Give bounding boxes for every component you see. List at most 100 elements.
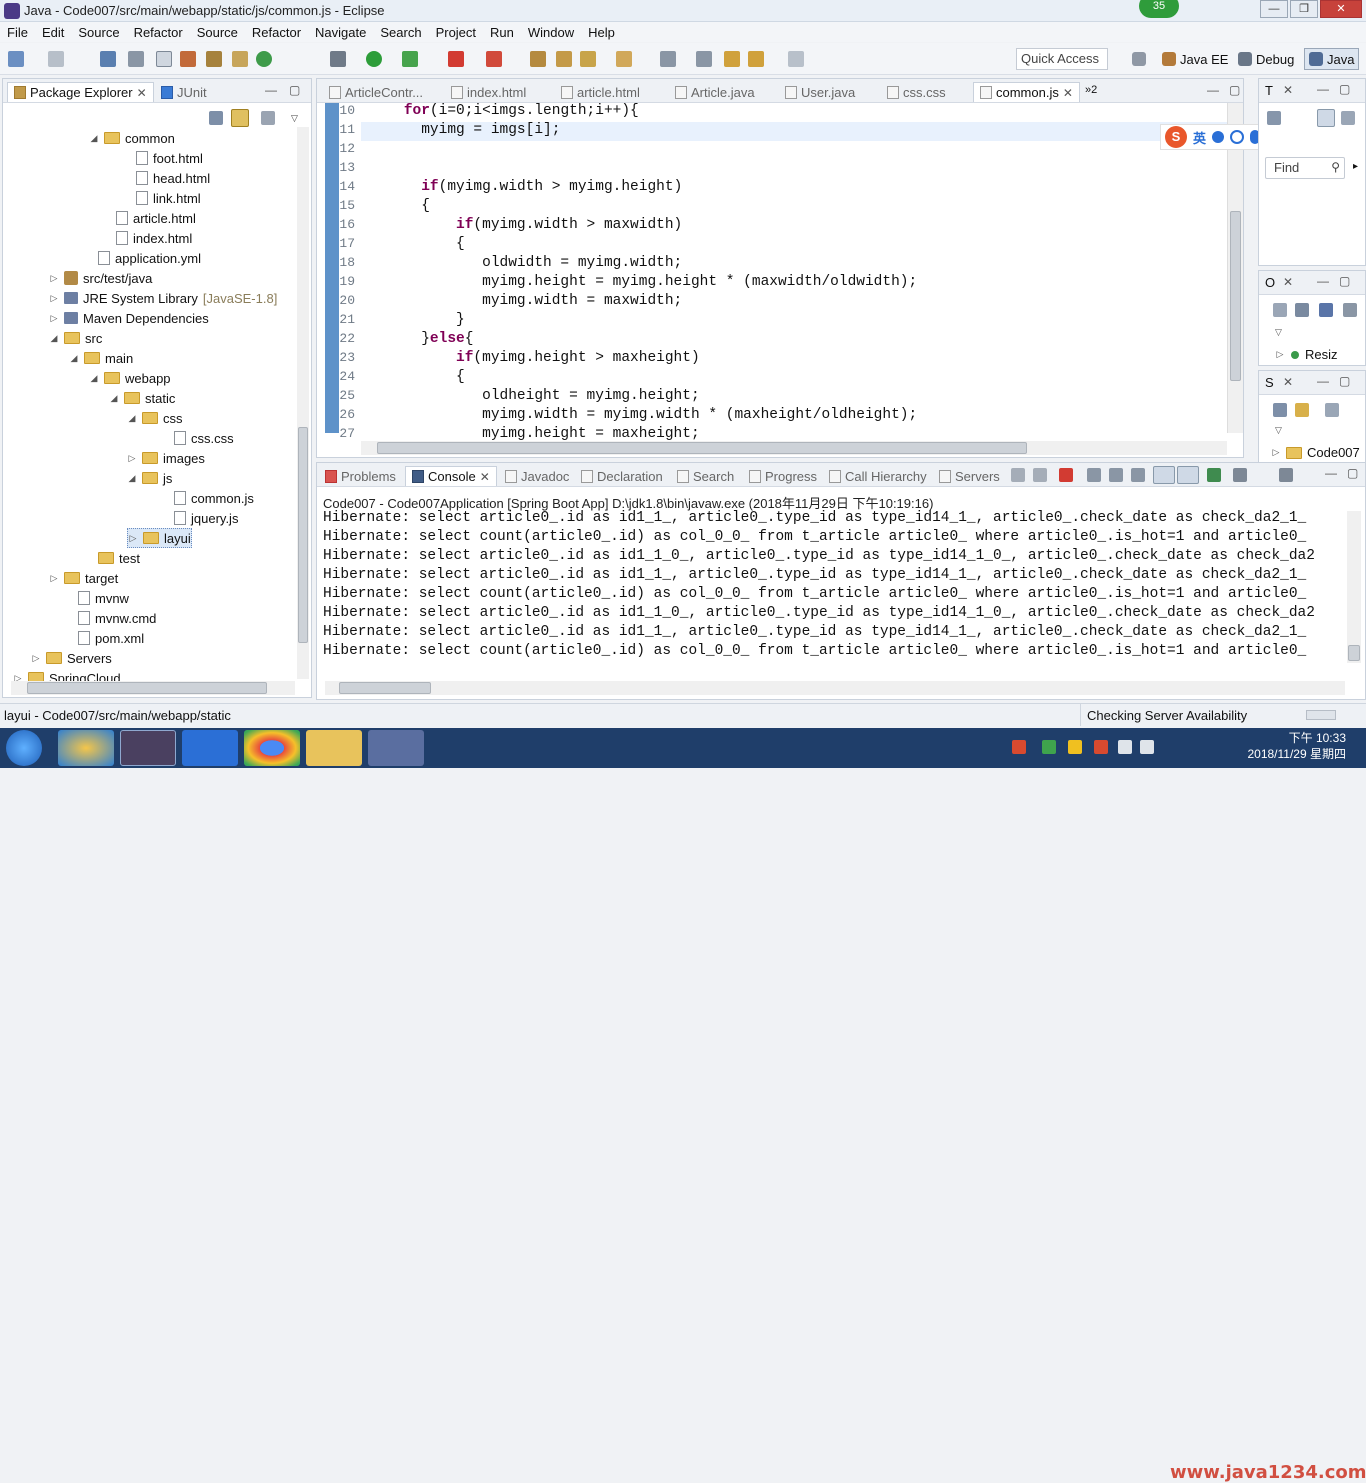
tree-item[interactable]: mvnw xyxy=(63,588,129,608)
editor-tab-user-java[interactable]: User.java xyxy=(785,82,855,102)
tab-junit[interactable]: JUnit xyxy=(161,82,207,102)
menu-refactor-2[interactable]: Refactor xyxy=(245,25,308,40)
tree-item[interactable]: ◢ js xyxy=(127,468,173,488)
tree-item[interactable]: test xyxy=(83,548,140,568)
tray-security-icon[interactable] xyxy=(1042,740,1056,754)
taskbar-app-word[interactable] xyxy=(182,730,238,766)
maximize-view-icon[interactable]: ▢ xyxy=(289,83,300,97)
categorized-icon[interactable] xyxy=(1317,109,1335,127)
maximize-view-icon[interactable]: ▢ xyxy=(1339,274,1350,288)
code-line[interactable]: if(myimg.width > maxwidth) xyxy=(369,217,682,233)
code-line[interactable]: myimg.height = myimg.height * (maxwidth/… xyxy=(369,274,917,290)
tree-item[interactable]: ▷ images xyxy=(127,448,205,468)
forward-icon[interactable] xyxy=(788,51,804,67)
tree-item[interactable]: ◢ static xyxy=(109,388,176,408)
taskbar-app-eclipse[interactable] xyxy=(120,730,176,766)
menu-run[interactable]: Run xyxy=(483,25,521,40)
code-line[interactable]: myimg.width = maxwidth; xyxy=(369,293,682,309)
servers-tree-item[interactable]: ▷ Code007 xyxy=(1271,445,1360,460)
code-line[interactable]: myimg.width = myimg.width * (maxheight/o… xyxy=(369,407,917,423)
code-line[interactable]: }else{ xyxy=(369,331,473,347)
run-icon[interactable] xyxy=(366,51,382,67)
next-annotation-icon[interactable] xyxy=(660,51,676,67)
server-icon[interactable] xyxy=(232,51,248,67)
collapse-all-icon[interactable] xyxy=(1273,403,1287,417)
minimize-view-icon[interactable]: — xyxy=(1207,83,1219,97)
terminate-icon[interactable] xyxy=(1059,468,1073,482)
tree-item[interactable]: ◢ webapp xyxy=(89,368,171,388)
tree-item[interactable]: ◢ main xyxy=(69,348,134,368)
editor-tab-css[interactable]: css.css xyxy=(887,82,946,102)
code-area[interactable]: 10 for(i=0;i<imgs.length;i++){11 myimg =… xyxy=(317,103,1227,442)
tree-item[interactable]: ◢ common xyxy=(89,128,175,148)
expand-arrow-icon[interactable]: ◢ xyxy=(109,393,119,404)
maximize-view-icon[interactable]: ▢ xyxy=(1229,83,1240,97)
tree-item[interactable]: css.css xyxy=(159,428,234,448)
expand-arrow-icon[interactable]: ◢ xyxy=(127,473,137,484)
close-icon[interactable]: ✕ xyxy=(1063,86,1073,100)
toggle-mark-icon[interactable] xyxy=(156,51,172,67)
skip-breakpoints-icon[interactable] xyxy=(128,51,144,67)
expand-arrow-icon[interactable]: ▷ xyxy=(1275,349,1285,360)
console-icon[interactable] xyxy=(100,51,116,67)
open-folder-icon[interactable] xyxy=(556,51,572,67)
expand-arrow-icon[interactable]: ▷ xyxy=(128,533,138,544)
expand-arrow-icon[interactable]: ▷ xyxy=(49,273,59,284)
expand-arrow-icon[interactable]: ◢ xyxy=(69,353,79,364)
perspective-javaee[interactable]: Java EE xyxy=(1158,48,1232,70)
last-edit-icon[interactable] xyxy=(724,51,740,67)
tree-vertical-scrollbar[interactable] xyxy=(297,127,309,679)
close-icon[interactable]: ✕ xyxy=(1283,83,1293,97)
chevron-right-icon[interactable]: ▸ xyxy=(1353,161,1358,172)
tree-scroll-thumb[interactable] xyxy=(298,427,308,643)
menu-source-2[interactable]: Source xyxy=(190,25,245,40)
tree-item[interactable]: ▷ JRE System Library [JavaSE-1.8] xyxy=(49,288,278,308)
open-console-icon[interactable] xyxy=(1279,468,1293,482)
editor-scroll-thumb[interactable] xyxy=(1230,211,1241,381)
close-icon[interactable]: ✕ xyxy=(480,470,490,484)
console-output[interactable]: Hibernate: select article0_.id as id1_1_… xyxy=(317,509,1365,679)
menu-refactor[interactable]: Refactor xyxy=(127,25,190,40)
tab-console[interactable]: Console ✕ xyxy=(405,466,497,486)
menu-project[interactable]: Project xyxy=(429,25,483,40)
expand-arrow-icon[interactable]: ▷ xyxy=(49,573,59,584)
tab-servers[interactable]: Servers xyxy=(939,466,1000,486)
menu-window[interactable]: Window xyxy=(521,25,581,40)
console-line[interactable]: Hibernate: select count(article0_.id) as… xyxy=(323,585,1306,604)
code-line[interactable]: if(myimg.height > maxheight) xyxy=(369,350,700,366)
close-icon[interactable]: ✕ xyxy=(1283,275,1293,289)
back-icon[interactable] xyxy=(748,51,764,67)
remove-launch-icon[interactable] xyxy=(1011,468,1025,482)
close-icon[interactable]: ✕ xyxy=(137,86,147,100)
editor-tab-article-html[interactable]: article.html xyxy=(561,82,640,102)
tab-call-hierarchy[interactable]: Call Hierarchy xyxy=(829,466,927,486)
minimize-view-icon[interactable]: — xyxy=(1317,374,1329,388)
console-vertical-scrollbar[interactable] xyxy=(1347,511,1361,663)
expand-arrow-icon[interactable]: ◢ xyxy=(49,333,59,344)
maximize-view-icon[interactable]: ▢ xyxy=(1347,466,1358,480)
tree-item[interactable]: ▷ layui xyxy=(127,528,192,548)
expand-arrow-icon[interactable]: ▷ xyxy=(31,653,41,664)
tree-item[interactable]: ▷ Maven Dependencies xyxy=(49,308,209,328)
code-line[interactable]: oldwidth = myimg.width; xyxy=(369,255,682,271)
remove-all-terminated-icon[interactable] xyxy=(1033,468,1047,482)
web-browser-icon[interactable] xyxy=(180,51,196,67)
console-line[interactable]: Hibernate: select article0_.id as id1_1_… xyxy=(323,566,1306,585)
taskbar-app-chrome[interactable] xyxy=(244,730,300,766)
taskbar-app-mysql[interactable] xyxy=(368,730,424,766)
quick-access-input[interactable]: Quick Access xyxy=(1016,48,1108,70)
maximize-view-icon[interactable]: ▢ xyxy=(1339,82,1350,96)
expand-arrow-icon[interactable]: ▷ xyxy=(127,453,137,464)
tab-overflow-button[interactable]: »2 xyxy=(1085,84,1097,96)
code-line[interactable]: if(myimg.width > myimg.height) xyxy=(369,179,682,195)
taskbar-app-explorer[interactable] xyxy=(306,730,362,766)
open-task-icon[interactable] xyxy=(616,51,632,67)
open-type-icon[interactable] xyxy=(530,51,546,67)
code-line[interactable]: { xyxy=(369,236,465,252)
expand-arrow-icon[interactable]: ▷ xyxy=(49,293,59,304)
task-list-tab[interactable]: T xyxy=(1265,83,1273,98)
code-line[interactable]: oldheight = myimg.height; xyxy=(369,388,700,404)
clear-console-icon[interactable] xyxy=(1087,468,1101,482)
emoji-icon[interactable] xyxy=(1230,130,1245,144)
taskbar-app-photos[interactable] xyxy=(58,730,114,766)
